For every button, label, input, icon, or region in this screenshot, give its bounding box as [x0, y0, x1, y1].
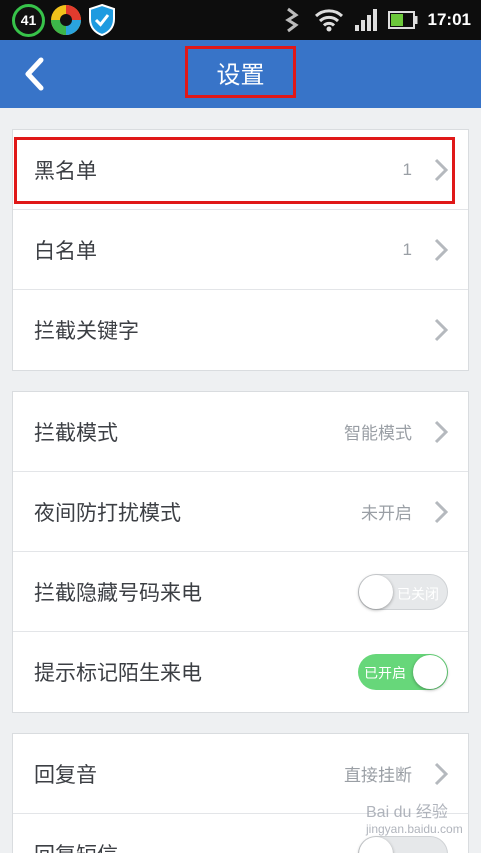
vibrate-icon	[284, 7, 299, 33]
row-mark-stranger-calls: 提示标记陌生来电 已开启	[13, 632, 468, 712]
toggle-knob	[413, 655, 447, 689]
signal-icon	[354, 9, 377, 31]
row-label: 提示标记陌生来电	[34, 661, 202, 685]
toggle-knob	[359, 837, 393, 853]
app-colorful-icon	[51, 5, 81, 35]
status-time: 17:01	[427, 10, 471, 29]
row-label: 拦截关键字	[34, 319, 139, 343]
hidden-numbers-toggle[interactable]: 已关闭	[358, 574, 448, 610]
row-label: 夜间防打扰模式	[34, 500, 181, 525]
chevron-left-icon	[25, 57, 44, 91]
settings-group-lists: 黑名单 1 白名单 1 拦截关键字	[12, 129, 469, 371]
chevron-right-icon	[434, 500, 448, 524]
row-value: 1	[402, 239, 412, 259]
toggle-text: 已关闭	[397, 587, 439, 603]
row-night-mode[interactable]: 夜间防打扰模式 未开启	[13, 472, 468, 552]
status-bar: 41 17:01	[0, 0, 481, 40]
row-label: 回复短信	[34, 839, 118, 853]
row-value: 智能模式	[344, 424, 412, 443]
status-bar-left: 41	[12, 3, 117, 37]
notification-badge-icon: 41	[12, 3, 45, 37]
row-label: 拦截隐藏号码来电	[34, 580, 202, 605]
row-block-keywords[interactable]: 拦截关键字	[13, 290, 468, 370]
row-block-mode[interactable]: 拦截模式 智能模式	[13, 392, 468, 472]
status-bar-right: 17:01	[282, 0, 471, 40]
battery-icon	[387, 11, 418, 29]
reply-sms-toggle[interactable]	[358, 836, 448, 853]
page-title: 设置	[216, 60, 265, 89]
title-highlight-box: 设置	[185, 46, 296, 98]
baidu-watermark: Bai du 经验 jingyan.baidu.com	[366, 798, 463, 836]
chevron-right-icon	[434, 158, 448, 182]
row-label: 黑名单	[34, 158, 97, 183]
chevron-right-icon	[434, 318, 448, 342]
row-value: 直接挂断	[344, 766, 412, 785]
back-button[interactable]	[14, 54, 54, 94]
shield-icon	[89, 3, 115, 37]
toggle-text: 已开启	[364, 666, 406, 682]
row-value: 1	[402, 159, 412, 179]
row-label: 回复音	[34, 762, 97, 787]
toggle-knob	[359, 575, 393, 609]
row-block-hidden-numbers: 拦截隐藏号码来电 已关闭	[13, 552, 468, 632]
chevron-right-icon	[434, 238, 448, 262]
row-value: 未开启	[361, 504, 412, 523]
row-label: 白名单	[34, 238, 97, 263]
watermark-text: Bai du 经验	[366, 804, 448, 821]
settings-group-modes: 拦截模式 智能模式 夜间防打扰模式 未开启 拦截隐藏号码来电 已关闭 提示标记陌…	[12, 391, 469, 713]
stranger-calls-toggle[interactable]: 已开启	[358, 654, 448, 690]
row-whitelist[interactable]: 白名单 1	[13, 210, 468, 290]
row-blacklist[interactable]: 黑名单 1	[13, 130, 468, 210]
wifi-icon	[314, 9, 343, 32]
watermark-sub: jingyan.baidu.com	[366, 822, 463, 836]
chevron-right-icon	[434, 762, 448, 786]
app-header: 设置	[0, 40, 481, 108]
row-label: 拦截模式	[34, 420, 118, 445]
chevron-right-icon	[434, 420, 448, 444]
